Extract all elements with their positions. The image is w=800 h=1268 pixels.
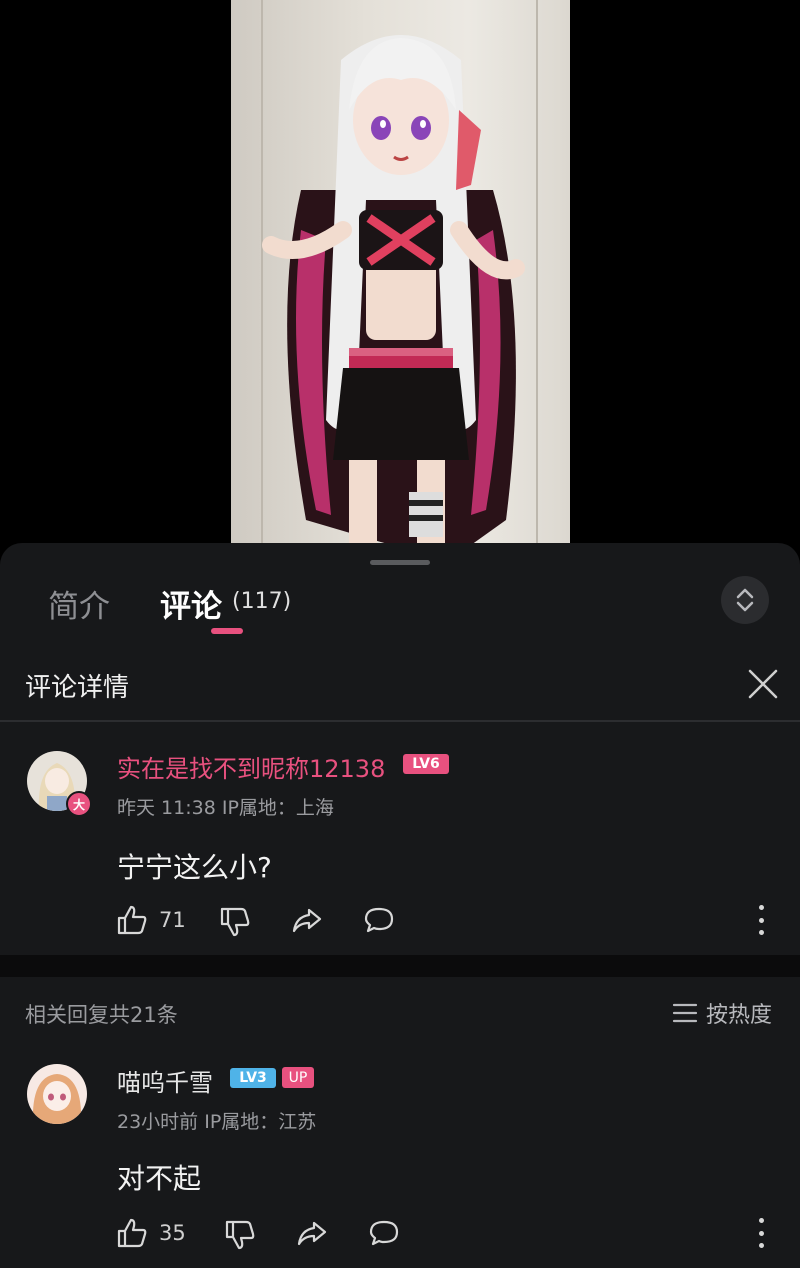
like-icon[interactable]: [116, 904, 148, 936]
like-count: 71: [159, 908, 186, 932]
list-icon: [672, 1003, 698, 1023]
avatar-badge: 大: [66, 791, 92, 817]
cosplayer-image: [262, 35, 525, 545]
share-icon[interactable]: [291, 904, 323, 936]
reply-icon[interactable]: [363, 904, 395, 936]
dislike-icon[interactable]: [219, 906, 251, 938]
section-separator: [0, 955, 800, 977]
reply-icon[interactable]: [368, 1217, 400, 1249]
up-badge: UP: [282, 1067, 314, 1088]
avatar-image: [27, 1064, 87, 1124]
dislike-icon[interactable]: [224, 1219, 256, 1251]
comment-meta: 昨天 11:38 IP属地：上海: [117, 797, 334, 819]
tab-comments[interactable]: 评论: [160, 581, 222, 626]
comment-count: (117): [232, 589, 292, 614]
drag-handle[interactable]: [370, 560, 430, 565]
share-icon[interactable]: [296, 1217, 328, 1249]
active-tab-indicator: [211, 628, 243, 634]
avatar[interactable]: [27, 1064, 87, 1124]
close-icon[interactable]: [745, 666, 781, 702]
more-options-icon[interactable]: [756, 905, 766, 935]
sort-button[interactable]: 按热度: [672, 997, 772, 1029]
more-options-icon[interactable]: [756, 1218, 766, 1248]
comment-text: 宁宁这么小?: [117, 851, 272, 884]
comments-panel: 简介 评论 (117) 评论详情 大 实在是找不到昵称12138 LV6 昨天 …: [0, 543, 800, 1268]
reply-meta: 23小时前 IP属地：江苏: [117, 1111, 317, 1133]
reply-text: 对不起: [117, 1162, 202, 1195]
video-frame[interactable]: [231, 0, 570, 545]
divider: [0, 720, 800, 722]
tab-intro[interactable]: 简介: [48, 581, 110, 626]
sort-label: 按热度: [706, 1003, 773, 1028]
comment-username[interactable]: 实在是找不到昵称12138: [117, 749, 385, 784]
chevron-up-down-icon: [736, 588, 754, 612]
like-icon[interactable]: [116, 1217, 148, 1249]
video-player[interactable]: [0, 0, 800, 560]
comment-detail-title: 评论详情: [25, 673, 130, 703]
like-count: 35: [159, 1221, 186, 1245]
reply-username[interactable]: 喵呜千雪: [117, 1063, 213, 1098]
replies-count: 相关回复共21条: [25, 1003, 178, 1027]
expand-toggle-button[interactable]: [721, 576, 769, 624]
level-badge: LV3: [230, 1068, 276, 1088]
level-badge: LV6: [403, 754, 449, 774]
